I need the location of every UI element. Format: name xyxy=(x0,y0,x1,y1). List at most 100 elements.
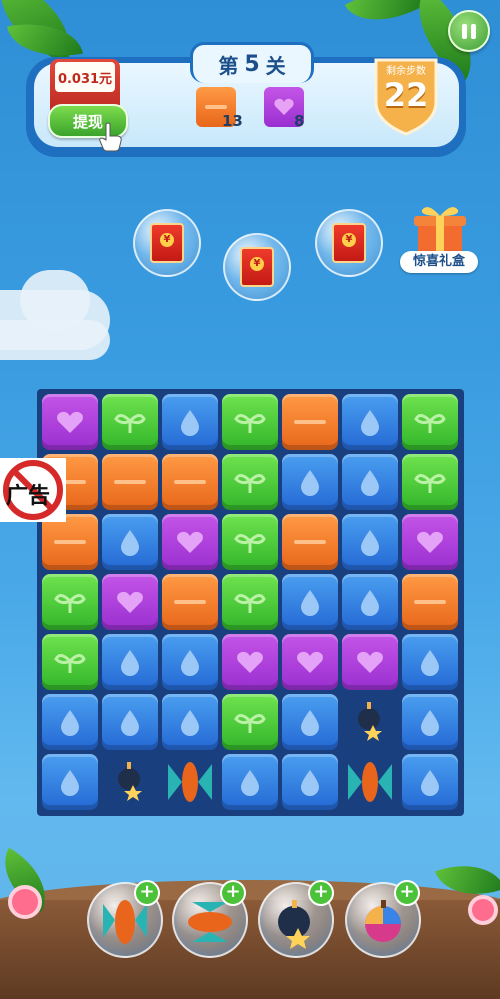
tile-blue[interactable] xyxy=(282,574,338,630)
red-packet-icon xyxy=(332,223,366,263)
water-drop-icon xyxy=(361,590,379,616)
heart-icon xyxy=(417,531,443,553)
heart-icon xyxy=(237,651,263,673)
add-booster-button[interactable]: + xyxy=(134,880,160,906)
tile-blue[interactable] xyxy=(42,694,98,750)
slab-icon xyxy=(114,480,146,484)
tile-green[interactable] xyxy=(222,574,278,630)
water-drop-icon xyxy=(421,710,439,736)
tile-blue[interactable] xyxy=(342,454,398,510)
goal-orange-count: 13 xyxy=(222,112,243,130)
tile-orange[interactable] xyxy=(102,454,158,510)
water-drop-icon xyxy=(61,710,79,736)
tile-blue[interactable] xyxy=(342,394,398,450)
sprout-icon xyxy=(234,414,266,433)
tile-blue[interactable] xyxy=(402,754,458,810)
sprout-icon xyxy=(54,594,86,613)
tile-blue[interactable] xyxy=(342,574,398,630)
tile-purple[interactable] xyxy=(162,514,218,570)
water-drop-icon xyxy=(301,770,319,796)
water-drop-icon xyxy=(241,770,259,796)
water-drop-icon xyxy=(361,410,379,436)
tile-green[interactable] xyxy=(222,694,278,750)
heart-icon xyxy=(297,651,323,673)
tile-orange[interactable] xyxy=(42,514,98,570)
red-packet-icon xyxy=(150,223,184,263)
sprout-icon xyxy=(234,474,266,493)
tile-purple[interactable] xyxy=(282,634,338,690)
red-packet-bubble[interactable] xyxy=(315,209,383,277)
tile-blue[interactable] xyxy=(42,754,98,810)
tile-blue[interactable] xyxy=(102,694,158,750)
tile-purple[interactable] xyxy=(402,514,458,570)
special-bomb[interactable] xyxy=(102,754,158,810)
tile-green[interactable] xyxy=(102,394,158,450)
water-drop-icon xyxy=(121,710,139,736)
tile-purple[interactable] xyxy=(102,574,158,630)
tile-blue[interactable] xyxy=(282,694,338,750)
water-drop-icon xyxy=(181,650,199,676)
red-packet-bubble[interactable] xyxy=(223,233,291,301)
tile-green[interactable] xyxy=(42,574,98,630)
tile-blue[interactable] xyxy=(102,514,158,570)
tile-green[interactable] xyxy=(402,394,458,450)
slab-icon xyxy=(414,600,446,604)
sprout-icon xyxy=(114,414,146,433)
tile-blue[interactable] xyxy=(402,694,458,750)
tile-blue[interactable] xyxy=(162,394,218,450)
surprise-gift-label[interactable]: 惊喜礼盒 xyxy=(400,251,478,273)
slab-icon xyxy=(294,540,326,544)
tile-green[interactable] xyxy=(222,514,278,570)
flower-decoration xyxy=(8,885,42,919)
tile-orange[interactable] xyxy=(162,574,218,630)
water-drop-icon xyxy=(121,530,139,556)
tile-green[interactable] xyxy=(222,394,278,450)
special-rocket[interactable] xyxy=(162,754,218,810)
tile-green[interactable] xyxy=(42,634,98,690)
add-booster-button[interactable]: + xyxy=(220,880,246,906)
tile-blue[interactable] xyxy=(282,454,338,510)
water-drop-icon xyxy=(181,710,199,736)
tile-green[interactable] xyxy=(402,454,458,510)
money-amount: 0.031元 xyxy=(55,62,115,92)
level-suffix: 关 xyxy=(265,53,286,78)
add-booster-button[interactable]: + xyxy=(394,880,420,906)
tile-blue[interactable] xyxy=(282,754,338,810)
sprout-icon xyxy=(234,594,266,613)
tile-orange[interactable] xyxy=(282,394,338,450)
sprout-icon xyxy=(234,534,266,553)
water-drop-icon xyxy=(301,710,319,736)
tile-blue[interactable] xyxy=(402,634,458,690)
level-prefix: 第 xyxy=(218,53,239,78)
tile-blue[interactable] xyxy=(222,754,278,810)
pause-button[interactable] xyxy=(448,10,490,52)
tile-purple[interactable] xyxy=(42,394,98,450)
sprout-icon xyxy=(234,714,266,733)
tile-blue[interactable] xyxy=(162,694,218,750)
add-booster-button[interactable]: + xyxy=(308,880,334,906)
bomb-icon xyxy=(358,702,382,741)
heart-icon xyxy=(117,591,143,613)
flower-decoration xyxy=(468,895,498,925)
tile-orange[interactable] xyxy=(402,574,458,630)
tile-blue[interactable] xyxy=(342,514,398,570)
tile-purple[interactable] xyxy=(342,634,398,690)
red-packet-icon xyxy=(240,247,274,287)
red-packet-bubble[interactable] xyxy=(133,209,201,277)
tile-orange[interactable] xyxy=(162,454,218,510)
slab-icon xyxy=(174,600,206,604)
special-rocket[interactable] xyxy=(342,754,398,810)
pointing-hand-icon xyxy=(99,122,122,152)
rocket-icon xyxy=(168,762,212,802)
water-drop-icon xyxy=(361,470,379,496)
tile-blue[interactable] xyxy=(162,634,218,690)
tile-orange[interactable] xyxy=(282,514,338,570)
orange-tile-icon xyxy=(205,105,227,109)
ad-badge[interactable]: 广告 xyxy=(0,458,66,522)
tile-purple[interactable] xyxy=(222,634,278,690)
tile-green[interactable] xyxy=(222,454,278,510)
water-drop-icon xyxy=(301,470,319,496)
special-bomb[interactable] xyxy=(342,694,398,750)
goal-purple-count: 8 xyxy=(294,112,305,130)
tile-blue[interactable] xyxy=(102,634,158,690)
